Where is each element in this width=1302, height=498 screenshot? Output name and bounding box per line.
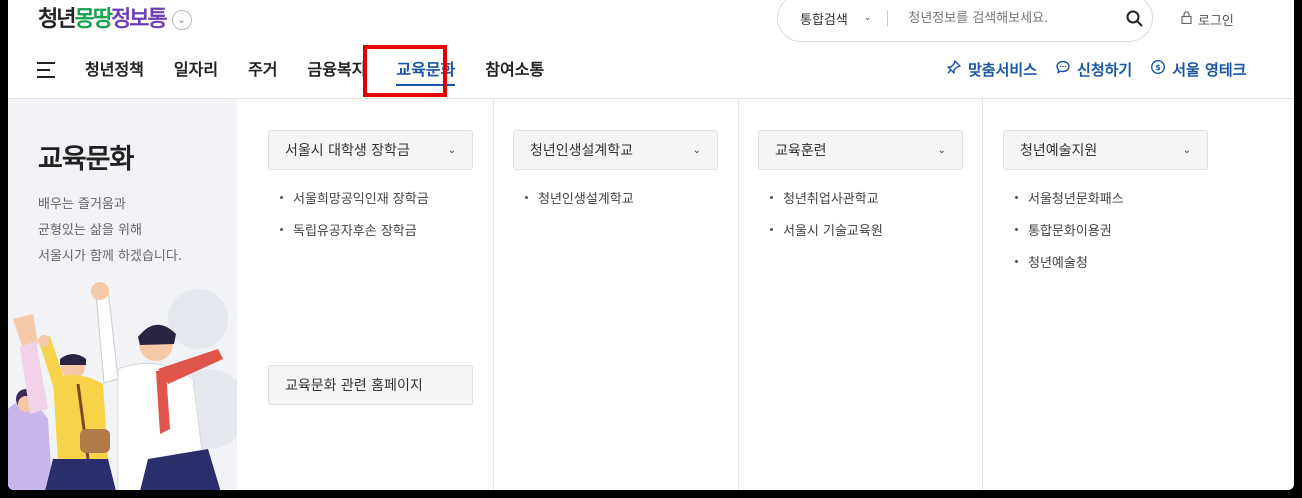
- pin-icon: [946, 58, 962, 82]
- divider: [887, 10, 889, 26]
- menu-dropdown-scholarship[interactable]: 서울시 대학생 장학금 ⌄: [268, 130, 473, 170]
- menu-icon[interactable]: [37, 62, 55, 78]
- category-intro-panel: 교육문화 배우는 즐거움과 균형있는 삶을 위해 서울시가 함께 하겠습니다.: [8, 99, 237, 490]
- divider: [982, 99, 983, 490]
- coin-icon: $: [1150, 58, 1166, 82]
- sub-menu-item[interactable]: 통합문화이용권: [1015, 213, 1124, 245]
- sub-menu-list: 청년인생설계학교: [525, 181, 634, 213]
- sub-menu-item[interactable]: 서울시 기술교육원: [770, 213, 883, 245]
- chat-icon: [1055, 58, 1071, 82]
- sub-menu-list: 서울청년문화패스 통합문화이용권 청년예술청: [1015, 181, 1124, 277]
- sub-menu-list: 서울희망공익인재 장학금 독립유공자후손 장학금: [280, 181, 429, 245]
- browser-frame: 청년몽땅정보통 ⌄ 통합검색 ⌄ 로그인 청년정책 일자리 주거 금융복지 교육…: [8, 0, 1294, 490]
- sub-menu-list: 청년취업사관학교 서울시 기술교육원: [770, 181, 883, 245]
- search-icon[interactable]: [1123, 7, 1145, 29]
- divider: [738, 99, 739, 490]
- chevron-down-icon: ⌄: [447, 144, 456, 156]
- chevron-down-icon[interactable]: ⌄: [171, 10, 192, 30]
- apply-link[interactable]: 신청하기: [1055, 58, 1132, 82]
- chevron-down-icon: ⌄: [1182, 144, 1191, 156]
- chevron-down-icon: ⌄: [863, 13, 872, 23]
- sub-menu-item[interactable]: 청년취업사관학교: [770, 181, 883, 213]
- site-logo[interactable]: 청년몽땅정보통 ⌄: [38, 6, 192, 34]
- nav-item-housing[interactable]: 주거: [248, 58, 277, 82]
- menu-dropdown-arts[interactable]: 청년예술지원 ⌄: [1003, 130, 1208, 170]
- menu-dropdown-training[interactable]: 교육훈련 ⌄: [758, 130, 963, 170]
- menu-column-training: 교육훈련 ⌄ 청년취업사관학교 서울시 기술교육원: [758, 99, 982, 490]
- utility-links: 맞춤서비스 신청하기 $ 서울 영테크: [946, 58, 1246, 82]
- seoul-youngtech-link[interactable]: $ 서울 영테크: [1150, 58, 1246, 82]
- menu-dropdown-life-design[interactable]: 청년인생설계학교 ⌄: [513, 130, 718, 170]
- chevron-down-icon: ⌄: [692, 144, 701, 156]
- sub-menu-item[interactable]: 독립유공자후손 장학금: [280, 213, 429, 245]
- youth-illustration: [8, 282, 237, 490]
- category-title: 교육문화: [38, 144, 134, 175]
- chevron-down-icon: ⌄: [937, 144, 946, 156]
- search-category-select[interactable]: 통합검색 ⌄: [800, 9, 871, 28]
- nav-item-youth-policy[interactable]: 청년정책: [85, 58, 144, 82]
- sub-menu-item[interactable]: 서울청년문화패스: [1015, 181, 1124, 213]
- sub-menu-item[interactable]: 청년인생설계학교: [525, 181, 634, 213]
- related-homepage-button[interactable]: 교육문화 관련 홈페이지: [268, 365, 473, 405]
- search-input[interactable]: [908, 10, 1114, 26]
- nav-item-jobs[interactable]: 일자리: [174, 58, 218, 82]
- search-bar: 통합검색 ⌄: [777, 0, 1153, 42]
- main-nav: 청년정책 일자리 주거 금융복지 교육문화 참여소통: [85, 58, 574, 86]
- sub-menu-item[interactable]: 서울희망공익인재 장학금: [280, 181, 429, 213]
- menu-column-life-design: 청년인생설계학교 ⌄ 청년인생설계학교: [513, 99, 738, 490]
- sub-menu-item[interactable]: 청년예술청: [1015, 245, 1124, 277]
- custom-service-link[interactable]: 맞춤서비스: [946, 58, 1037, 82]
- highlight-box: [363, 45, 447, 97]
- menu-column-arts: 청년예술지원 ⌄ 서울청년문화패스 통합문화이용권 청년예술청: [1003, 99, 1227, 490]
- logo-text: 청년몽땅정보통: [38, 7, 168, 32]
- login-link[interactable]: 로그인: [1181, 10, 1234, 29]
- divider: [493, 99, 494, 490]
- menu-column-scholarship: 서울시 대학생 장학금 ⌄ 서울희망공익인재 장학금 독립유공자후손 장학금 교…: [268, 99, 493, 490]
- nav-item-finance-welfare[interactable]: 금융복지: [308, 58, 367, 82]
- svg-text:$: $: [1155, 63, 1161, 72]
- nav-item-participation[interactable]: 참여소통: [485, 58, 544, 82]
- lock-icon: [1181, 11, 1192, 28]
